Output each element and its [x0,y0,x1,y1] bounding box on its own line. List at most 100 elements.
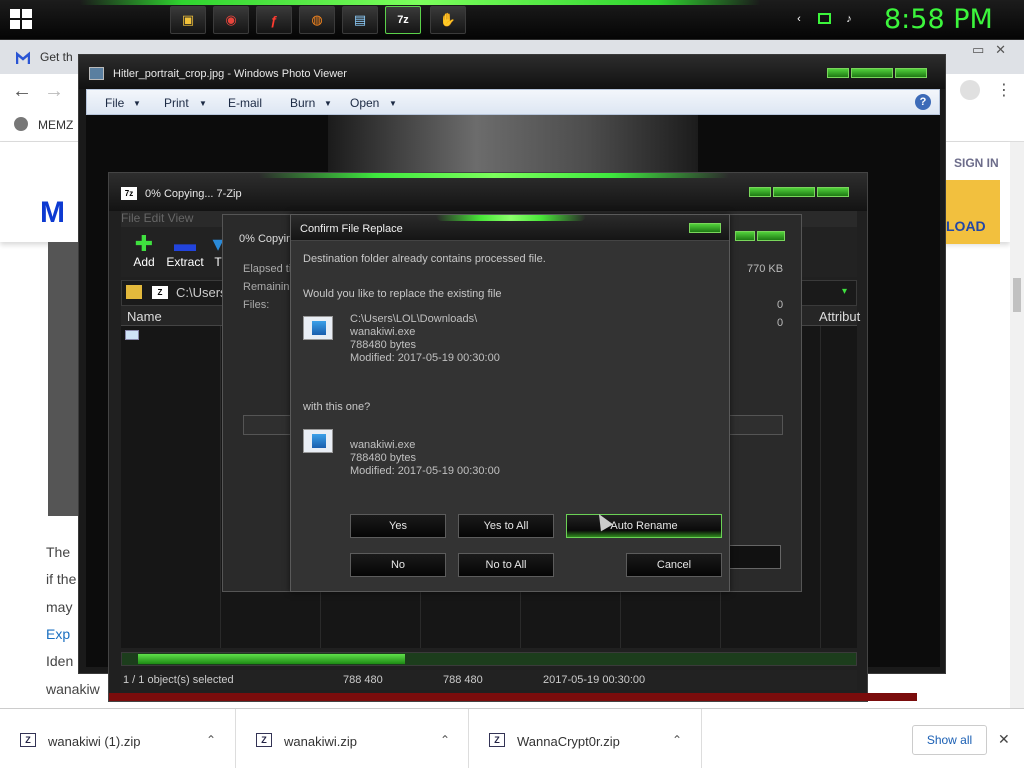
menu-file[interactable]: File [105,96,124,110]
download-button[interactable]: LOAD [940,180,1000,244]
menu-icon[interactable]: ⋮ [996,80,1012,100]
photo-viewer-menu: File ▼ Print ▼ E-mail Burn ▼ Open ▼ ? [86,89,940,115]
volume-icon[interactable]: ♪ [842,12,856,26]
download-item[interactable]: Z wanakiwi.zip ⌃ [236,709,469,768]
download-shelf: Z wanakiwi (1).zip ⌃ Z wanakiwi.zip ⌃ Z … [0,708,1024,768]
page-scrollbar[interactable] [1010,142,1024,708]
handshake-icon[interactable]: ✋ [430,6,466,34]
forward-icon[interactable]: → [44,80,64,103]
page-text-line: The [46,544,71,560]
download-name: WannaCrypt0r.zip [517,734,620,749]
photo-viewer-app-icon [89,67,104,80]
window-border [109,693,917,701]
bookmark-memz[interactable]: MEMZ [38,118,73,132]
file-row-icon[interactable] [125,330,139,340]
close-icon[interactable]: ✕ [998,731,1010,748]
page-text-line: may [46,599,73,615]
chevron-down-icon[interactable]: ▾ [842,286,847,297]
profile-icon[interactable] [960,80,980,100]
close-button[interactable] [895,68,927,78]
menu-email[interactable]: E-mail [228,96,262,110]
no-to-all-button[interactable]: No to All [458,553,554,577]
yes-button[interactable]: Yes [350,514,446,538]
folder-up-icon[interactable] [126,285,142,299]
replace-dialog-titlebar[interactable]: Confirm File Replace [291,215,729,241]
path-input[interactable]: C:\Users [176,285,227,300]
photo-viewer-titlebar[interactable]: Hitler_portrait_crop.jpg - Windows Photo… [79,55,945,89]
remaining-label: Remaining [243,281,296,293]
download-item[interactable]: Z wanakiwi (1).zip ⌃ [0,709,236,768]
page-text-line: Iden [46,653,74,669]
zip-file-icon: Z [20,733,36,747]
7zip-status-bar: 1 / 1 object(s) selected 788 480 788 480… [121,670,857,690]
show-all-button[interactable]: Show all [912,725,987,755]
add-button[interactable]: ✚ Add [127,231,161,270]
clock[interactable]: 8:58 PM [884,4,993,35]
7zip-icon[interactable]: 7z [385,6,421,34]
sign-in-link[interactable]: SIGN IN [954,156,999,170]
chevron-down-icon[interactable]: ▼ [199,99,207,108]
with-label: with this one? [303,401,371,413]
taskbar: ▣ ◉ ƒ ◍ ▤ 7z ✋ ‹ ♪ 8:58 PM [0,0,1024,40]
chevron-down-icon[interactable]: ▼ [389,99,397,108]
browser-tab-title[interactable]: Get th [40,50,73,64]
browser-window-controls[interactable]: ▭ ✕ [972,42,1006,58]
close-button[interactable] [757,231,785,241]
firefox-icon[interactable]: ◍ [299,6,335,34]
chevron-down-icon[interactable]: ▼ [324,99,332,108]
download-name: wanakiwi.zip [284,734,357,749]
existing-file-info: C:\Users\LOL\Downloads\ wanakiwi.exe 788… [350,313,500,364]
start-button[interactable] [10,9,34,31]
chevron-down-icon[interactable]: ▼ [133,99,141,108]
status-modified: 2017-05-19 00:30:00 [543,674,646,686]
existing-file-icon [303,316,333,340]
cancel-button[interactable]: Cancel [626,553,722,577]
auto-rename-button[interactable]: Auto Rename [566,514,722,538]
download-item[interactable]: Z WannaCrypt0r.zip ⌃ [469,709,702,768]
column-attributes[interactable]: Attribut [819,309,860,324]
status-size: 788 480 [343,674,383,686]
7zip-titlebar[interactable]: 7z 0% Copying... 7-Zip [109,173,867,211]
page-link[interactable]: Exp [46,626,70,642]
replace-dialog-title: Confirm File Replace [300,223,403,235]
7zip-title: 0% Copying... 7-Zip [145,188,242,200]
photo-viewer-icon[interactable]: ▤ [342,6,378,34]
minimize-button[interactable] [749,187,771,197]
maximize-button[interactable] [851,68,893,78]
no-button[interactable]: No [350,553,446,577]
chevron-up-icon[interactable]: ⌃ [672,733,682,747]
close-button[interactable] [817,187,849,197]
minimize-button[interactable] [827,68,849,78]
menu-open[interactable]: Open [350,96,379,110]
chevron-up-icon[interactable]: ⌃ [440,733,450,747]
minimize-button[interactable] [735,231,755,241]
download-name: wanakiwi (1).zip [48,734,141,749]
back-icon[interactable]: ← [12,80,32,103]
maximize-button[interactable] [773,187,815,197]
elapsed-label: Elapsed ti [243,263,292,275]
explorer-icon[interactable]: ▣ [170,6,206,34]
bookmark-globe-icon [14,117,28,131]
extract-button[interactable]: ▬ Extract [165,233,205,270]
yes-to-all-button[interactable]: Yes to All [458,514,554,538]
menu-print[interactable]: Print [164,96,189,110]
status-selected: 1 / 1 object(s) selected [123,674,234,686]
size-value: 770 KB [747,263,784,275]
chrome-icon[interactable]: ◉ [213,6,249,34]
page-screenshot-image [48,242,78,516]
plus-icon: ✚ [134,231,154,256]
close-button[interactable] [689,223,721,233]
progress-fill [138,654,405,664]
replace-question: Would you like to replace the existing f… [303,288,502,300]
chevron-up-icon[interactable]: ⌃ [206,733,216,747]
help-icon[interactable]: ? [915,94,931,110]
column-name[interactable]: Name [127,309,162,324]
7zip-app-icon: 7z [121,187,137,200]
tray-chevron-icon[interactable]: ‹ [792,12,806,26]
errors-value: 0 [777,317,784,329]
menu-burn[interactable]: Burn [290,96,315,110]
network-icon[interactable] [818,13,831,24]
malwarebytes-logo-icon[interactable]: M [40,196,65,230]
flash-icon[interactable]: ƒ [256,6,292,34]
page-text-line: wanakiw [46,681,100,697]
